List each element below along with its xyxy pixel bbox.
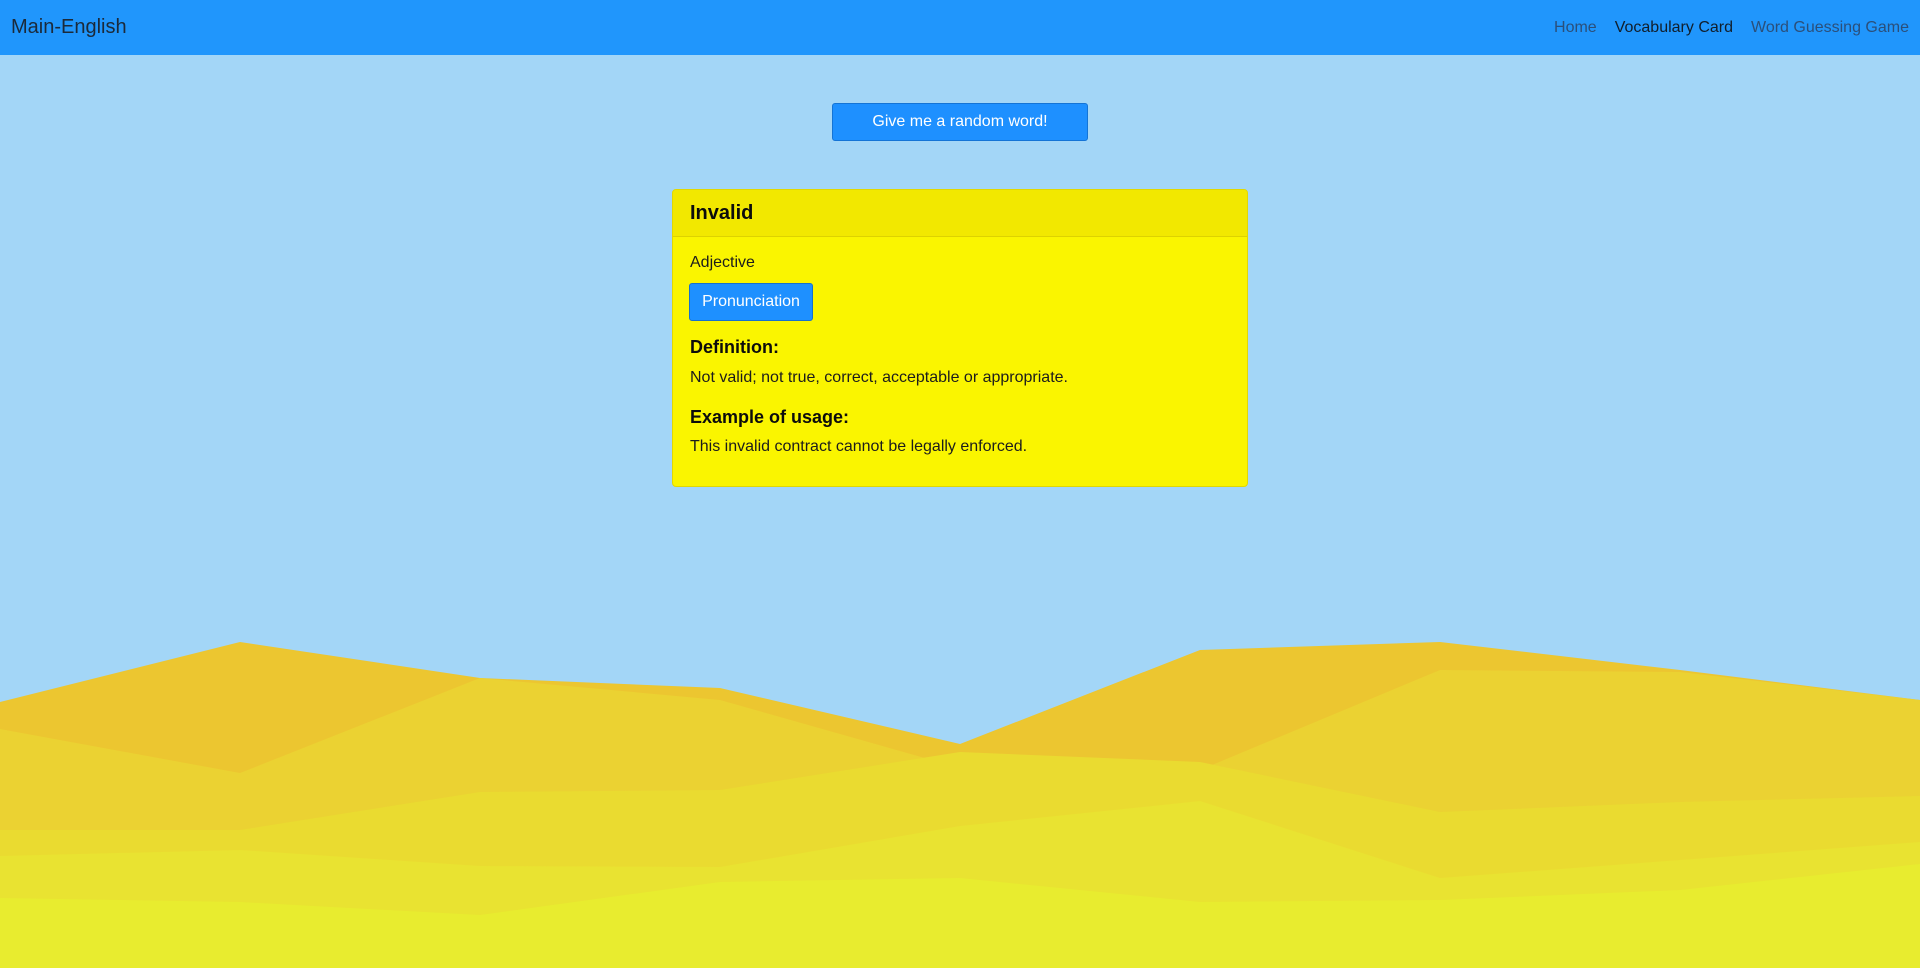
nav-links: Home Vocabulary Card Word Guessing Game <box>1553 19 1910 37</box>
example-text: This invalid contract cannot be legally … <box>690 438 1028 455</box>
card-header: Invalid <box>673 190 1247 237</box>
nav-link-word-guessing-game[interactable]: Word Guessing Game <box>1750 19 1910 37</box>
dune-landscape-background <box>0 642 1920 968</box>
vocabulary-card: Invalid Adjective Pronunciation Definiti… <box>672 189 1248 487</box>
word-title: Invalid <box>690 202 754 224</box>
definition-text: Not valid; not true, correct, acceptable… <box>690 369 1068 386</box>
definition-heading: Definition: <box>690 337 779 357</box>
nav-link-home[interactable]: Home <box>1553 19 1598 37</box>
nav-link-vocabulary-card[interactable]: Vocabulary Card <box>1614 19 1734 37</box>
top-navbar: Main-English Home Vocabulary Card Word G… <box>0 0 1920 55</box>
pronunciation-button[interactable]: Pronunciation <box>689 283 813 321</box>
example-heading: Example of usage: <box>690 407 850 427</box>
random-word-button[interactable]: Give me a random word! <box>832 103 1088 141</box>
part-of-speech: Adjective <box>690 254 755 271</box>
brand-logo-link[interactable]: Main-English <box>11 16 127 39</box>
